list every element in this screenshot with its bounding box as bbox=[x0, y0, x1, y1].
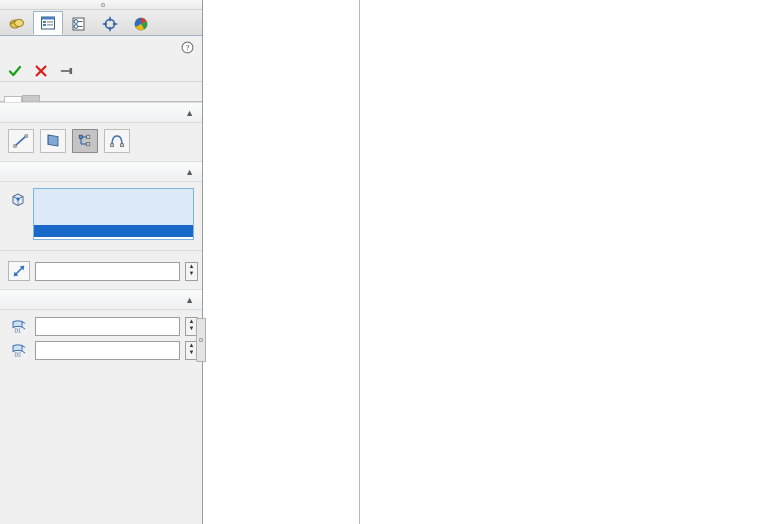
list-item[interactable] bbox=[34, 213, 193, 225]
point-length-type-button[interactable] bbox=[8, 129, 34, 153]
member-type-button-row bbox=[8, 129, 194, 153]
points-type-button[interactable] bbox=[72, 129, 98, 153]
length-arrow-icon bbox=[8, 261, 30, 281]
list-item[interactable] bbox=[34, 225, 193, 237]
graphics-viewport[interactable] bbox=[360, 0, 780, 524]
display-manager-tab[interactable] bbox=[126, 11, 156, 35]
svg-text:D2: D2 bbox=[15, 353, 22, 359]
list-item[interactable] bbox=[34, 201, 193, 213]
section-header-points-and-length[interactable]: ▲ bbox=[0, 161, 202, 182]
section-header-member-type[interactable]: ▲ bbox=[0, 102, 202, 123]
tab-member[interactable] bbox=[4, 96, 22, 102]
section-body-points-and-length bbox=[0, 182, 202, 248]
svg-text:?: ? bbox=[186, 44, 190, 53]
list-item[interactable] bbox=[34, 189, 193, 201]
section-header-start-end-extend[interactable]: ▲ bbox=[0, 289, 202, 310]
list-empty-row bbox=[34, 237, 193, 240]
selection-row bbox=[8, 188, 194, 240]
panel-splitter-handle[interactable] bbox=[196, 318, 206, 362]
start-extend-input[interactable] bbox=[35, 317, 180, 336]
vertex-selection-icon bbox=[8, 190, 28, 210]
chevron-up-icon[interactable]: ▲ bbox=[185, 108, 194, 118]
length-stepper[interactable]: ▲▼ bbox=[185, 262, 198, 281]
start-extend-row: D1 ▲▼ bbox=[8, 316, 194, 336]
accept-ok-button[interactable] bbox=[8, 64, 22, 78]
extend-d2-icon: D2 bbox=[8, 340, 30, 360]
configuration-manager-tab[interactable] bbox=[64, 11, 94, 35]
cancel-button[interactable] bbox=[34, 64, 48, 78]
dimxpert-manager-tab[interactable] bbox=[95, 11, 125, 35]
property-manager-panel: ? bbox=[0, 0, 203, 524]
path-segment-type-button[interactable] bbox=[104, 129, 130, 153]
svg-text:D1: D1 bbox=[15, 329, 22, 335]
feature-manager-tab[interactable] bbox=[2, 11, 32, 35]
solidworks-window: ? bbox=[0, 0, 780, 524]
property-manager-header: ? bbox=[0, 36, 202, 60]
end-extend-input[interactable] bbox=[35, 341, 180, 360]
chevron-up-icon[interactable]: ▲ bbox=[185, 167, 194, 177]
chevron-up-icon[interactable]: ▲ bbox=[185, 295, 194, 305]
panel-collapse-handle[interactable] bbox=[101, 3, 105, 7]
manager-tab-strip bbox=[0, 10, 202, 36]
plane-type-button[interactable] bbox=[40, 129, 66, 153]
section-body-start-end-extend: D1 ▲▼ D2 ▲▼ bbox=[0, 310, 202, 368]
selected-points-list[interactable] bbox=[33, 188, 194, 240]
section-body-member-type bbox=[0, 123, 202, 161]
feature-manager-tree[interactable] bbox=[203, 0, 360, 524]
end-extend-row: D2 ▲▼ bbox=[8, 340, 194, 360]
length-field-row: ▲▼ bbox=[8, 261, 194, 281]
cad-model-drawing bbox=[360, 0, 780, 524]
splitter-grip-dot bbox=[199, 338, 203, 342]
extend-d1-icon: D1 bbox=[8, 316, 30, 336]
help-question-icon[interactable]: ? bbox=[181, 41, 194, 54]
confirmation-corner bbox=[0, 60, 202, 82]
panel-top-strip bbox=[0, 0, 202, 10]
member-profile-tabs bbox=[0, 82, 202, 102]
tab-profile[interactable] bbox=[22, 95, 40, 101]
section-body-length: ▲▼ bbox=[0, 251, 202, 289]
length-input[interactable] bbox=[35, 262, 180, 281]
property-manager-tab[interactable] bbox=[33, 11, 63, 35]
pushpin-icon[interactable] bbox=[60, 64, 74, 78]
property-manager-body: ▲ bbox=[0, 102, 202, 524]
